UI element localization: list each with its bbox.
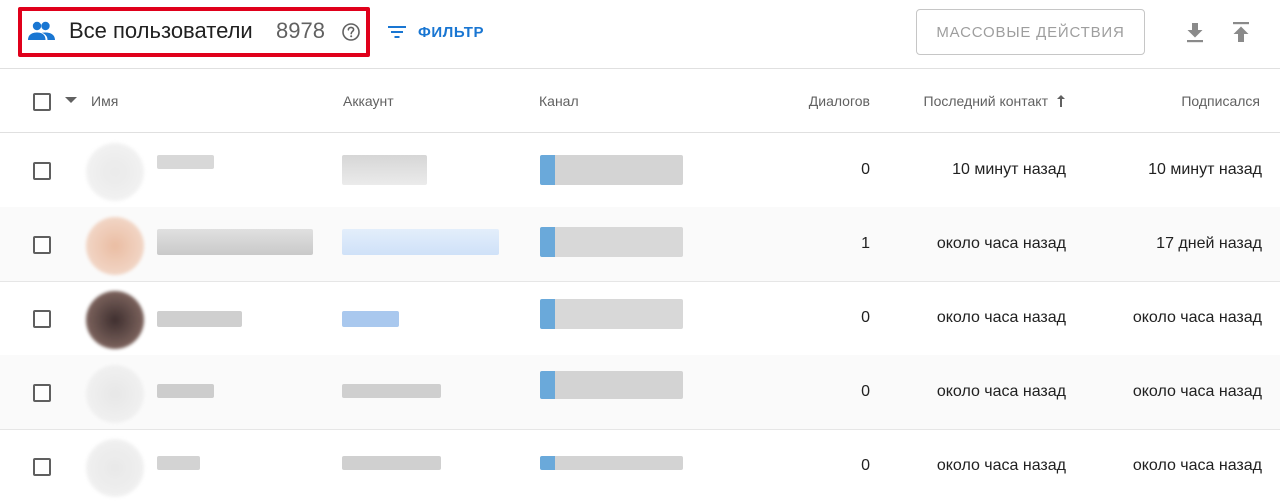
blurred-account [342, 384, 441, 398]
blurred-name [157, 311, 242, 327]
page-title: Все пользователи [69, 18, 253, 43]
row-checkbox[interactable] [33, 310, 51, 328]
sort-arrow-up-icon [1057, 95, 1065, 107]
blurred-channel [540, 456, 683, 470]
filter-label: ФИЛЬТР [418, 23, 485, 41]
subscribed-date: около часа назад [1132, 383, 1262, 400]
row-checkbox[interactable] [33, 384, 51, 402]
user-count: 8978 [276, 18, 325, 43]
blurred-account [342, 456, 441, 470]
upload-icon[interactable] [1230, 20, 1252, 44]
column-header-subscribed[interactable]: Подписался [1181, 93, 1260, 109]
last-contact: около часа назад [936, 235, 1066, 252]
table-row[interactable]: 0 10 минут назад 10 минут назад [0, 133, 1280, 208]
column-header-last-contact[interactable]: Последний контакт [924, 93, 1066, 109]
avatar [86, 291, 144, 349]
blurred-name [157, 384, 214, 398]
column-header-channel[interactable]: Канал [539, 93, 579, 109]
dialogs-count: 0 [861, 309, 870, 326]
dialogs-count: 1 [861, 235, 870, 252]
dialogs-count: 0 [861, 383, 870, 400]
blurred-account [342, 229, 499, 255]
blurred-name [157, 229, 313, 255]
last-contact: 10 минут назад [952, 161, 1066, 178]
column-header-dialogs[interactable]: Диалогов [809, 93, 870, 109]
blurred-account [342, 311, 399, 327]
last-contact: около часа назад [936, 383, 1066, 400]
table-row[interactable]: 0 около часа назад около часа назад [0, 355, 1280, 430]
select-all-checkbox[interactable] [33, 93, 51, 111]
table-header: Имя Аккаунт Канал Диалогов Последний кон… [0, 69, 1280, 133]
column-header-name[interactable]: Имя [91, 93, 118, 109]
help-icon[interactable] [341, 22, 361, 42]
filter-icon [388, 26, 406, 38]
people-icon [28, 21, 55, 40]
chevron-down-icon[interactable] [65, 97, 77, 103]
blurred-channel [540, 155, 683, 185]
toolbar: Все пользователи 8978 ФИЛЬТР МАССОВЫЕ ДЕ… [0, 0, 1280, 69]
last-contact: около часа назад [936, 309, 1066, 326]
table-row[interactable]: 1 около часа назад 17 дней назад [0, 207, 1280, 282]
avatar [86, 365, 144, 423]
row-checkbox[interactable] [33, 236, 51, 254]
bulk-actions-button[interactable]: МАССОВЫЕ ДЕЙСТВИЯ [916, 9, 1145, 55]
last-contact: около часа назад [936, 457, 1066, 474]
subscribed-date: 17 дней назад [1156, 235, 1262, 252]
blurred-channel [540, 371, 683, 399]
dialogs-count: 0 [861, 457, 870, 474]
row-checkbox[interactable] [33, 162, 51, 180]
column-header-account[interactable]: Аккаунт [343, 93, 394, 109]
blurred-name [157, 456, 200, 470]
avatar [86, 143, 144, 201]
subscribed-date: около часа назад [1132, 309, 1262, 326]
avatar [86, 217, 144, 275]
blurred-name [157, 155, 214, 169]
blurred-channel [540, 299, 683, 329]
subscribed-date: 10 минут назад [1148, 161, 1262, 178]
blurred-channel [540, 227, 683, 257]
table-row[interactable]: 0 около часа назад около часа назад [0, 429, 1280, 503]
row-checkbox[interactable] [33, 458, 51, 476]
column-header-last-contact-label: Последний контакт [923, 93, 1048, 109]
download-icon[interactable] [1184, 20, 1206, 44]
subscribed-date: около часа назад [1132, 457, 1262, 474]
avatar [86, 439, 144, 497]
table-row[interactable]: 0 около часа назад около часа назад [0, 281, 1280, 356]
dialogs-count: 0 [861, 161, 870, 178]
blurred-account [342, 155, 427, 185]
filter-button[interactable]: ФИЛЬТР [386, 20, 484, 44]
